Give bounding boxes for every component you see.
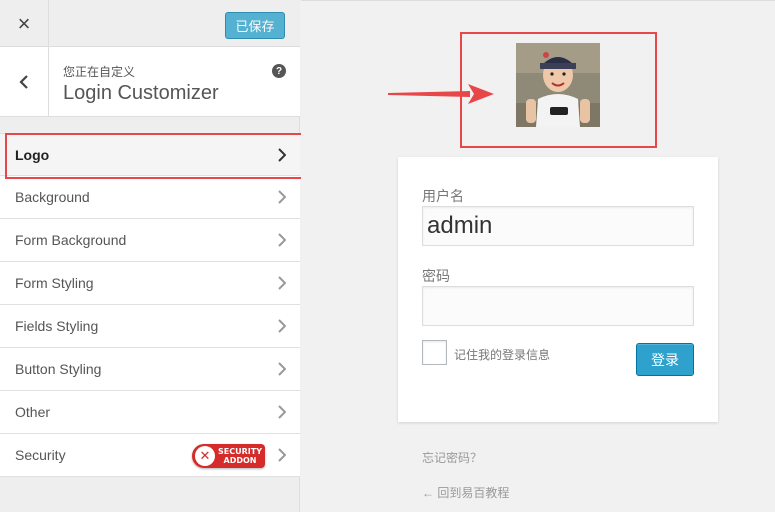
- close-icon: ×: [17, 10, 31, 36]
- panel-title-row: 您正在自定义 Login Customizer ?: [0, 47, 300, 117]
- panel-title: Login Customizer: [63, 82, 219, 104]
- chevron-right-icon: [278, 362, 286, 376]
- lost-password-link[interactable]: 忘记密码？: [422, 449, 482, 466]
- chevron-right-icon: [278, 233, 286, 247]
- chevron-right-icon: [278, 148, 286, 162]
- x-icon: ✕: [195, 446, 215, 466]
- customizer-sidebar: × 已保存 您正在自定义 Login Customizer ? Logo Bac…: [0, 0, 300, 512]
- panel-pre-title: 您正在自定义: [63, 65, 136, 79]
- chevron-left-icon: [19, 75, 28, 89]
- remember-label: 记住我的登录信息: [454, 348, 551, 362]
- section-label: Form Styling: [15, 275, 94, 291]
- back-to-site-link[interactable]: ← 回到易百教程: [422, 484, 509, 501]
- login-form: 用户名 admin 密码 记住我的登录信息 登录: [398, 157, 718, 422]
- chevron-right-icon: [278, 190, 286, 204]
- customizer-header: × 已保存: [0, 0, 300, 47]
- password-label: 密码: [422, 268, 450, 284]
- child-photo: [516, 43, 600, 127]
- section-item-background[interactable]: Background: [0, 176, 300, 219]
- section-item-form-background[interactable]: Form Background: [0, 219, 300, 262]
- section-item-form-styling[interactable]: Form Styling: [0, 262, 300, 305]
- password-input[interactable]: [422, 286, 694, 326]
- back-button[interactable]: [0, 47, 49, 117]
- section-label: Background: [15, 189, 90, 205]
- chevron-right-icon: [278, 319, 286, 333]
- badge-text: SECURITY ADDON: [218, 447, 262, 465]
- help-icon[interactable]: ?: [272, 64, 286, 78]
- section-label: Security: [15, 447, 66, 463]
- security-addon-badge: ✕ SECURITY ADDON: [192, 444, 265, 468]
- saved-button[interactable]: 已保存: [225, 12, 285, 39]
- section-label: Logo: [15, 146, 50, 163]
- section-item-fields-styling[interactable]: Fields Styling: [0, 305, 300, 348]
- chevron-right-icon: [278, 276, 286, 290]
- logo-image[interactable]: [516, 43, 600, 127]
- section-label: Button Styling: [15, 361, 102, 377]
- username-label: 用户名: [422, 188, 464, 204]
- chevron-right-icon: [278, 448, 286, 462]
- username-input[interactable]: admin: [422, 206, 694, 246]
- section-label: Fields Styling: [15, 318, 99, 334]
- chevron-right-icon: [278, 405, 286, 419]
- login-button[interactable]: 登录: [636, 343, 694, 376]
- section-item-logo[interactable]: Logo: [0, 133, 300, 176]
- section-item-other[interactable]: Other: [0, 391, 300, 434]
- section-label: Other: [15, 404, 51, 420]
- section-item-security[interactable]: Security ✕ SECURITY ADDON: [0, 434, 300, 477]
- section-item-button-styling[interactable]: Button Styling: [0, 348, 300, 391]
- section-label: Form Background: [15, 232, 127, 248]
- close-button[interactable]: ×: [0, 0, 49, 47]
- remember-checkbox[interactable]: [422, 340, 447, 365]
- section-list: Logo Background Form Background Form Sty…: [0, 133, 300, 477]
